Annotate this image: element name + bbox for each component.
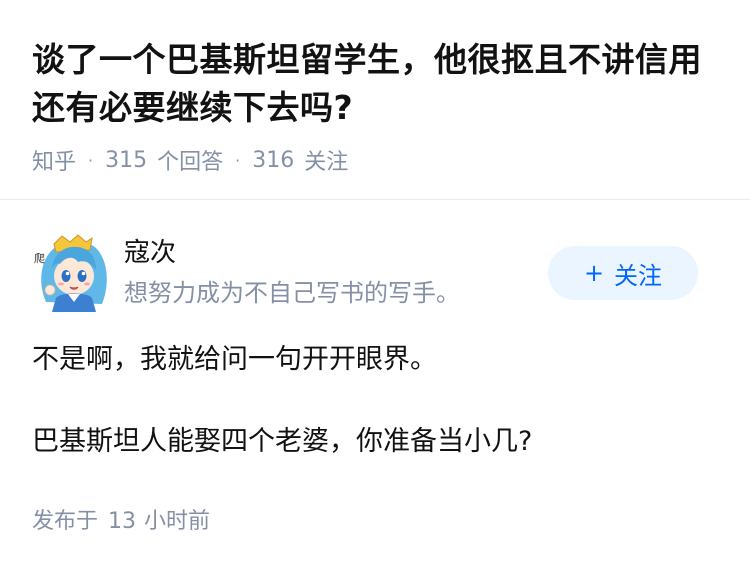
avatar[interactable]: 爬 [32,232,112,312]
author-card: 爬 寇次 想努力成为不自己写书的写手。 + 关注 [32,232,698,312]
publish-suffix: 小时前 [144,509,211,534]
anime-avatar-icon: 爬 [32,232,112,312]
answer-count: 315 [105,147,148,173]
question-title[interactable]: 谈了一个巴基斯坦留学生，他很抠且不讲信用还有必要继续下去吗? [32,0,718,132]
separator-dot: · [88,150,94,170]
question-header: 谈了一个巴基斯坦留学生，他很抠且不讲信用还有必要继续下去吗? 知乎 · 315 … [0,0,750,176]
follower-count: 316 [252,147,295,173]
follower-count-label[interactable]: 关注 [304,144,348,176]
answer-content: 不是啊，我就给问一句开开眼界。 巴基斯坦人能娶四个老婆，你准备当小几? [32,338,718,464]
separator-dot: · [235,150,241,170]
publish-number: 13 [108,509,137,534]
follow-button-label: 关注 [614,261,663,290]
author-name[interactable]: 寇次 [124,236,176,270]
section-divider [0,199,750,200]
source-label[interactable]: 知乎 [32,144,76,176]
author-bio: 想努力成为不自己写书的写手。 [124,279,460,307]
publish-prefix: 发布于 [32,509,99,534]
answer-paragraph: 不是啊，我就给问一句开开眼界。 [32,344,437,375]
follow-button[interactable]: + 关注 [548,246,698,300]
question-meta: 知乎 · 315 个回答 · 316 关注 [32,144,718,176]
publish-time: 发布于 13 小时前 [32,506,210,538]
answer-paragraph: 巴基斯坦人能娶四个老婆，你准备当小几? [32,426,533,457]
svg-text:爬: 爬 [34,252,45,265]
answer-count-label[interactable]: 个回答 [157,144,223,176]
plus-icon: + [583,259,605,287]
